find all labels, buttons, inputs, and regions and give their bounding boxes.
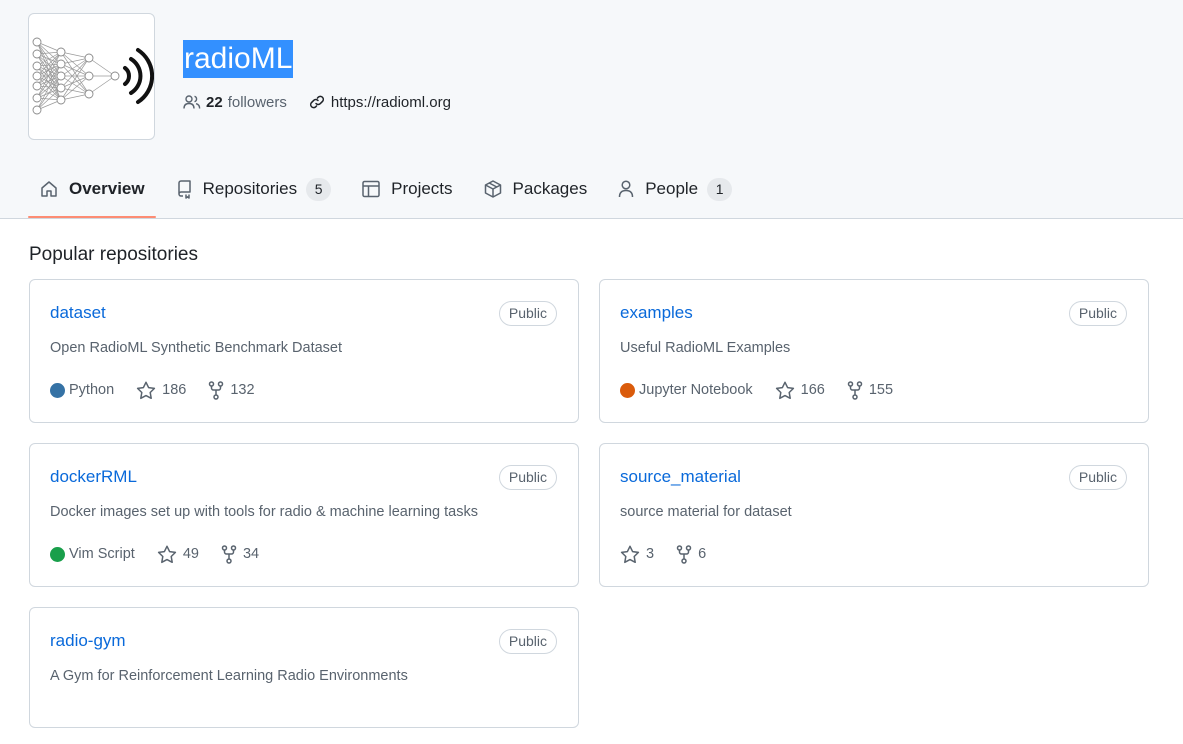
repo-description: Docker images set up with tools for radi… <box>50 504 478 520</box>
tab-overview[interactable]: Overview <box>28 163 156 218</box>
stars-link[interactable]: 49 <box>157 545 199 564</box>
forks-count: 6 <box>698 546 707 562</box>
tab-projects-label: Projects <box>391 179 453 198</box>
repo-stats: Python 186 132 <box>50 379 277 401</box>
repo-language: Python <box>50 382 114 398</box>
fork-icon <box>847 380 863 400</box>
stars-link[interactable]: 166 <box>775 381 825 400</box>
tab-people[interactable]: People 1 <box>606 163 743 215</box>
repo-language: Vim Script <box>50 546 135 562</box>
tab-packages-label: Packages <box>512 179 588 198</box>
forks-link[interactable]: 34 <box>221 544 260 564</box>
star-icon <box>775 381 794 399</box>
repo-description: Useful RadioML Examples <box>620 340 791 356</box>
repo-link[interactable]: dataset <box>50 303 106 323</box>
repo-link[interactable]: dockerRML <box>50 467 137 487</box>
repo-link[interactable]: examples <box>620 303 693 323</box>
visibility-badge: Public <box>1068 465 1127 490</box>
link-icon <box>309 95 324 109</box>
language-name: Python <box>69 382 115 398</box>
repo-description: source material for dataset <box>620 504 792 520</box>
repo-card-examples: examples Public Useful RadioML Examples … <box>599 279 1149 423</box>
stars-count: 186 <box>162 382 187 398</box>
org-meta: 22 followers https://radioml.org <box>183 91 451 113</box>
repo-description: A Gym for Reinforcement Learning Radio E… <box>50 668 408 684</box>
neural-network-logo-icon <box>32 37 155 115</box>
person-icon <box>618 180 634 198</box>
tab-packages[interactable]: Packages <box>472 163 599 215</box>
visibility-badge: Public <box>498 629 557 654</box>
website-url: https://radioml.org <box>330 93 451 111</box>
star-icon <box>137 381 156 399</box>
org-avatar[interactable] <box>28 13 155 140</box>
language-color-dot <box>50 546 65 562</box>
fork-icon <box>221 544 237 564</box>
language-name: Jupyter Notebook <box>639 382 753 398</box>
forks-count: 132 <box>230 382 255 398</box>
stars-link[interactable]: 3 <box>620 545 654 564</box>
tab-people-label: People <box>645 179 699 198</box>
stars-link[interactable]: 186 <box>136 381 186 400</box>
language-color-dot <box>620 382 635 398</box>
visibility-badge: Public <box>498 465 557 490</box>
forks-link[interactable]: 6 <box>676 544 707 564</box>
repo-card-radio-gym: radio-gym Public A Gym for Reinforcement… <box>29 607 579 728</box>
repo-link[interactable]: source_material <box>620 467 741 487</box>
fork-icon <box>209 380 224 400</box>
forks-link[interactable]: 155 <box>847 380 894 400</box>
home-icon <box>41 181 57 197</box>
package-icon <box>484 180 501 198</box>
people-count-badge: 1 <box>707 177 733 201</box>
repo-stats: Vim Script 49 34 <box>50 543 281 565</box>
forks-count: 34 <box>242 546 260 562</box>
people-icon <box>183 95 201 109</box>
followers-label: followers <box>227 93 287 111</box>
forks-count: 155 <box>868 382 894 398</box>
tab-projects[interactable]: Projects <box>350 163 463 215</box>
language-name: Vim Script <box>69 546 135 562</box>
repo-card-source-material: source_material Public source material f… <box>599 443 1149 587</box>
stars-count: 49 <box>182 546 199 562</box>
repo-stats: Jupyter Notebook 166 155 <box>620 379 915 401</box>
repo-icon <box>177 180 191 199</box>
language-color-dot <box>50 382 65 398</box>
org-nav-tabs: Overview Repositories 5 Projects Package… <box>28 163 751 219</box>
visibility-badge: Public <box>498 301 557 326</box>
forks-link[interactable]: 132 <box>208 380 255 400</box>
visibility-badge: Public <box>1068 301 1127 326</box>
fork-icon <box>676 544 692 564</box>
repo-card-dockerrml: dockerRML Public Docker images set up wi… <box>29 443 579 587</box>
repo-description: Open RadioML Synthetic Benchmark Dataset <box>50 340 343 356</box>
repo-language: Jupyter Notebook <box>620 382 753 398</box>
org-name: radioML <box>183 40 294 78</box>
repositories-count-badge: 5 <box>306 177 332 201</box>
website-link[interactable]: https://radioml.org <box>308 94 451 111</box>
star-icon <box>157 545 176 563</box>
followers-link[interactable]: 22 followers <box>183 94 287 111</box>
followers-count: 22 <box>206 93 223 111</box>
tab-repositories[interactable]: Repositories 5 <box>164 163 343 215</box>
stars-count: 3 <box>646 546 655 562</box>
repo-link[interactable]: radio-gym <box>50 631 126 651</box>
popular-repositories-heading: Popular repositories <box>29 244 198 265</box>
tab-overview-label: Overview <box>69 179 145 198</box>
repo-card-dataset: dataset Public Open RadioML Synthetic Be… <box>29 279 579 423</box>
stars-count: 166 <box>800 382 825 398</box>
star-icon <box>620 545 640 563</box>
repo-stats: 3 6 <box>620 543 728 565</box>
table-icon <box>362 180 380 198</box>
tab-repositories-label: Repositories <box>202 179 298 198</box>
org-header: radioML 22 followers https://radioml.org… <box>0 0 1183 219</box>
